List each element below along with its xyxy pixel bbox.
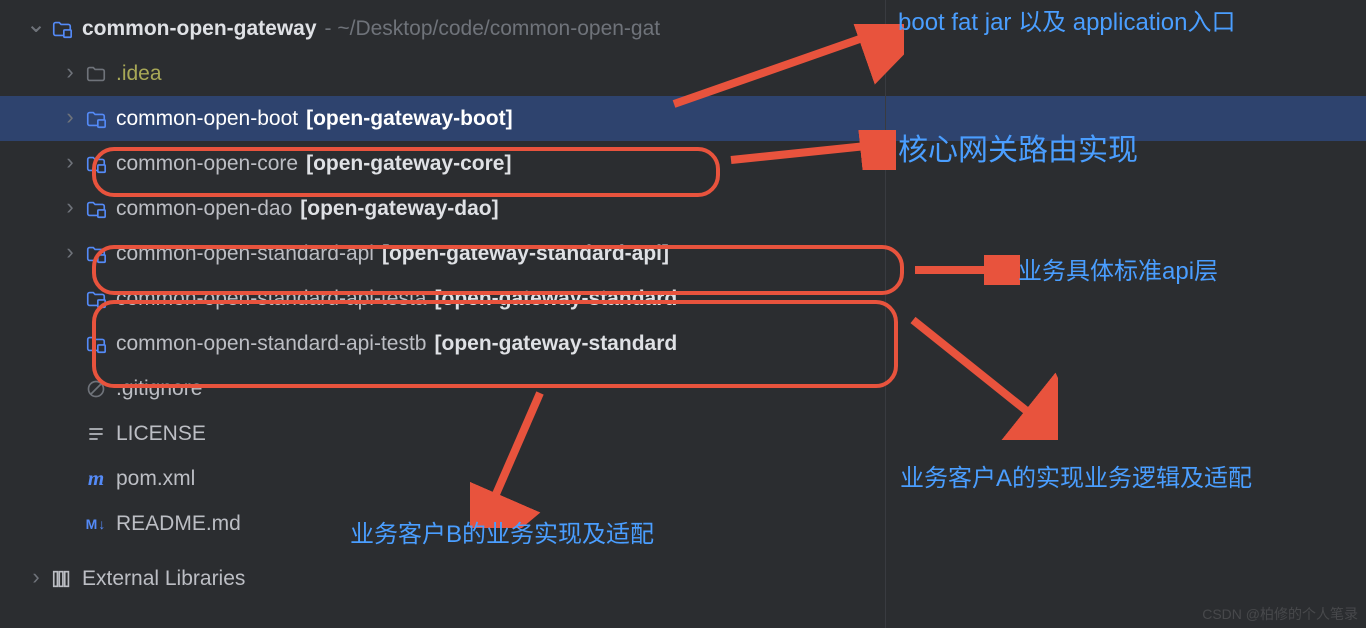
module-folder-icon [84,287,108,311]
chevron-right-icon[interactable] [60,151,80,177]
annotation-std-api: 业务具体标准api层 [1018,255,1218,289]
node-label: README.md [116,512,241,536]
root-path: - ~/Desktop/code/common-open-gat [325,17,661,41]
chevron-right-icon[interactable] [60,241,80,267]
node-label: common-open-dao [116,197,292,221]
maven-pom-icon: m [84,467,108,491]
node-label: External Libraries [82,567,245,591]
node-bracket: [open-gateway-boot] [306,107,512,131]
annotation-client-b: 业务客户B的业务实现及适配 [350,518,680,552]
node-label: common-open-standard-api-testb [116,332,427,356]
text-file-icon [84,422,108,446]
tree-row-license[interactable]: LICENSE [0,411,1366,456]
node-label: LICENSE [116,422,206,446]
module-folder-icon [84,152,108,176]
chevron-right-icon[interactable] [60,61,80,87]
markdown-file-icon: M↓ [84,512,108,536]
chevron-down-icon[interactable] [26,14,46,43]
panel-divider[interactable] [885,0,886,628]
ignore-file-icon [84,377,108,401]
node-label: common-open-boot [116,107,298,131]
tree-row-gitignore[interactable]: .gitignore [0,366,1366,411]
module-folder-icon [84,332,108,356]
library-icon [50,567,74,591]
folder-icon [84,62,108,86]
chevron-right-icon[interactable] [26,566,46,592]
node-bracket: [open-gateway-standard [435,287,678,311]
tree-row-ext-lib[interactable]: External Libraries [0,556,1366,601]
node-bracket: [open-gateway-standard [435,332,678,356]
watermark: CSDN @柏修的个人笔录 [1202,604,1358,624]
node-bracket: [open-gateway-standard-api] [382,242,669,266]
node-label: .gitignore [116,377,202,401]
module-folder-icon [84,107,108,131]
tree-row-boot[interactable]: common-open-boot [open-gateway-boot] [0,96,1366,141]
project-tree[interactable]: common-open-gateway - ~/Desktop/code/com… [0,0,1366,601]
node-bracket: [open-gateway-core] [306,152,511,176]
node-label: common-open-standard-api-testa [116,287,427,311]
annotation-core: 核心网关路由实现 [898,130,1138,172]
module-folder-icon [84,242,108,266]
node-bracket: [open-gateway-dao] [300,197,498,221]
node-label: common-open-core [116,152,298,176]
root-name: common-open-gateway [82,17,317,41]
tree-row-readme[interactable]: M↓ README.md [0,501,1366,546]
annotation-client-a: 业务客户A的实现业务逻辑及适配 [900,462,1340,496]
module-folder-icon [84,197,108,221]
tree-row-dao[interactable]: common-open-dao [open-gateway-dao] [0,186,1366,231]
tree-row-idea[interactable]: .idea [0,51,1366,96]
tree-row-std-api-testb[interactable]: common-open-standard-api-testb [open-gat… [0,321,1366,366]
tree-row-core[interactable]: common-open-core [open-gateway-core] [0,141,1366,186]
chevron-right-icon[interactable] [60,106,80,132]
node-label: .idea [116,62,162,86]
annotation-boot: boot fat jar 以及 application入口 [898,6,1318,40]
node-label: pom.xml [116,467,195,491]
chevron-right-icon[interactable] [60,196,80,222]
node-label: common-open-standard-api [116,242,374,266]
module-folder-icon [50,17,74,41]
